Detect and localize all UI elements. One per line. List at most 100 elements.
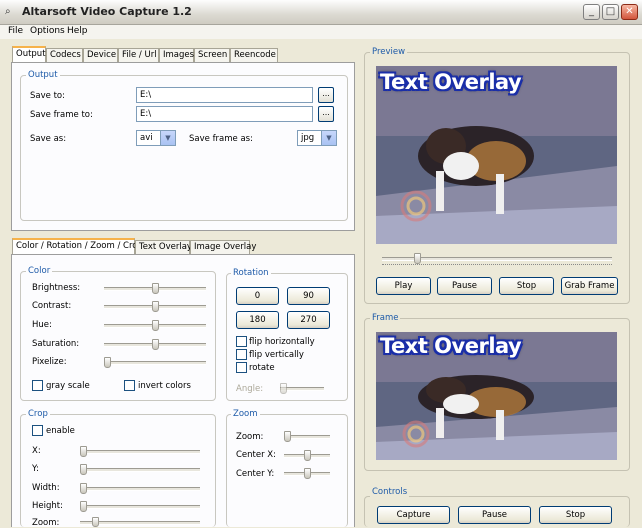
save-frame-as-select[interactable]: jpg ▼: [297, 130, 337, 146]
output-group-title: Output: [26, 70, 60, 80]
preview-video: Text Overlay: [376, 66, 617, 244]
seek-ticks: [382, 264, 612, 267]
tab-image-overlay[interactable]: Image Overlay: [190, 240, 256, 254]
capture-stop-button[interactable]: Stop: [539, 506, 612, 524]
minimize-button[interactable]: _: [583, 4, 600, 20]
rotate-label: rotate: [249, 363, 275, 373]
controls-group-title: Controls: [370, 487, 410, 497]
preview-pause-button[interactable]: Pause: [437, 277, 492, 295]
crop-width-label: Width:: [32, 483, 60, 493]
crop-y-slider-track[interactable]: [80, 468, 200, 472]
color-group-title: Color: [26, 266, 53, 276]
flip-vertically-checkbox[interactable]: [236, 349, 247, 360]
frame-overlay-text: Text Overlay: [380, 334, 522, 358]
rotate-90-button[interactable]: 90: [287, 287, 330, 305]
crop-enable-checkbox[interactable]: [32, 425, 43, 436]
save-frame-to-browse-button[interactable]: ...: [318, 106, 334, 122]
menu-options[interactable]: Options: [30, 26, 65, 36]
menu-bar: File Options Help: [0, 25, 642, 39]
rotate-0-button[interactable]: 0: [236, 287, 279, 305]
contrast-label: Contrast:: [32, 301, 72, 311]
menu-help[interactable]: Help: [67, 26, 88, 36]
hue-slider-thumb[interactable]: [152, 320, 159, 331]
pixelize-slider-track[interactable]: [104, 361, 206, 365]
tab-reencode[interactable]: Reencode: [230, 48, 278, 62]
tab-file-url[interactable]: File / Url: [118, 48, 159, 62]
hue-label: Hue:: [32, 320, 52, 330]
tab-codecs[interactable]: Codecs: [46, 48, 83, 62]
save-frame-to-label: Save frame to:: [30, 110, 93, 120]
preview-stop-button[interactable]: Stop: [499, 277, 554, 295]
zoom-slider-thumb[interactable]: [284, 431, 291, 442]
magnifier-icon: ⌕: [5, 6, 11, 17]
rotation-group-title: Rotation: [231, 268, 271, 278]
menu-file[interactable]: File: [8, 26, 23, 36]
gray-scale-label: gray scale: [46, 381, 90, 391]
tab-device[interactable]: Device: [83, 48, 118, 62]
crop-y-label: Y:: [32, 464, 39, 474]
preview-seek-thumb[interactable]: [414, 253, 421, 264]
frame-group-title: Frame: [370, 313, 401, 323]
rotate-180-button[interactable]: 180: [236, 311, 279, 329]
title-bar[interactable]: ⌕ Altarsoft Video Capture 1.2 _ □ ✕: [0, 0, 642, 25]
pixelize-slider-thumb[interactable]: [104, 357, 111, 368]
gray-scale-checkbox[interactable]: [32, 380, 43, 391]
flip-vertically-label: flip vertically: [249, 350, 304, 360]
center-y-label: Center Y:: [236, 469, 275, 479]
save-to-label: Save to:: [30, 91, 65, 101]
brightness-slider-thumb[interactable]: [152, 283, 159, 294]
capture-button[interactable]: Capture: [377, 506, 450, 524]
capture-pause-button[interactable]: Pause: [458, 506, 531, 524]
center-x-label: Center X:: [236, 450, 276, 460]
crop-height-slider-track[interactable]: [80, 505, 200, 509]
crop-x-slider-track[interactable]: [80, 450, 200, 454]
contrast-slider-thumb[interactable]: [152, 301, 159, 312]
rotate-checkbox[interactable]: [236, 362, 247, 373]
maximize-button[interactable]: □: [602, 4, 619, 20]
flip-horizontally-checkbox[interactable]: [236, 336, 247, 347]
save-as-label: Save as:: [30, 134, 67, 144]
crop-zoom-slider-thumb[interactable]: [92, 517, 99, 527]
window-title: Altarsoft Video Capture 1.2: [22, 5, 192, 18]
tab-screen[interactable]: Screen: [194, 48, 230, 62]
save-to-browse-button[interactable]: ...: [318, 87, 334, 103]
save-as-select[interactable]: avi ▼: [136, 130, 176, 146]
close-button[interactable]: ✕: [621, 4, 638, 20]
tab-color-rotation-zoom-crop[interactable]: Color / Rotation / Zoom / Crop: [12, 238, 143, 254]
crop-height-label: Height:: [32, 501, 63, 511]
preview-overlay-text: Text Overlay: [380, 70, 522, 94]
save-frame-as-label: Save frame as:: [189, 134, 253, 144]
frame-video: Text Overlay: [376, 332, 617, 460]
crop-height-slider-thumb[interactable]: [80, 501, 87, 512]
crop-group-title: Crop: [26, 409, 50, 419]
crop-enable-label: enable: [46, 426, 75, 436]
crop-width-slider-thumb[interactable]: [80, 483, 87, 494]
play-button[interactable]: Play: [376, 277, 431, 295]
tab-images[interactable]: Images: [159, 48, 194, 62]
crop-x-label: X:: [32, 446, 41, 456]
pixelize-label: Pixelize:: [32, 357, 67, 367]
crop-y-slider-thumb[interactable]: [80, 464, 87, 475]
brightness-label: Brightness:: [32, 283, 81, 293]
center-y-slider-thumb[interactable]: [304, 468, 311, 479]
center-x-slider-thumb[interactable]: [304, 450, 311, 461]
save-frame-to-input[interactable]: E:\: [136, 106, 313, 122]
chevron-down-icon[interactable]: ▼: [321, 131, 336, 145]
chevron-down-icon[interactable]: ▼: [160, 131, 175, 145]
flip-horizontally-label: flip horizontally: [249, 337, 315, 347]
zoom-label: Zoom:: [236, 432, 264, 442]
crop-x-slider-thumb[interactable]: [80, 446, 87, 457]
angle-slider-thumb[interactable]: [280, 383, 287, 394]
tab-text-overlay[interactable]: Text Overlay: [135, 240, 192, 254]
saturation-slider-thumb[interactable]: [152, 339, 159, 350]
rotate-270-button[interactable]: 270: [287, 311, 330, 329]
save-frame-as-value: jpg: [301, 133, 315, 143]
grab-frame-button[interactable]: Grab Frame: [561, 277, 618, 295]
angle-label: Angle:: [236, 384, 264, 394]
save-to-input[interactable]: E:\: [136, 87, 313, 103]
zoom-group-title: Zoom: [231, 409, 260, 419]
crop-width-slider-track[interactable]: [80, 487, 200, 491]
invert-colors-checkbox[interactable]: [124, 380, 135, 391]
tab-output[interactable]: Output: [12, 46, 46, 62]
invert-colors-label: invert colors: [138, 381, 191, 391]
